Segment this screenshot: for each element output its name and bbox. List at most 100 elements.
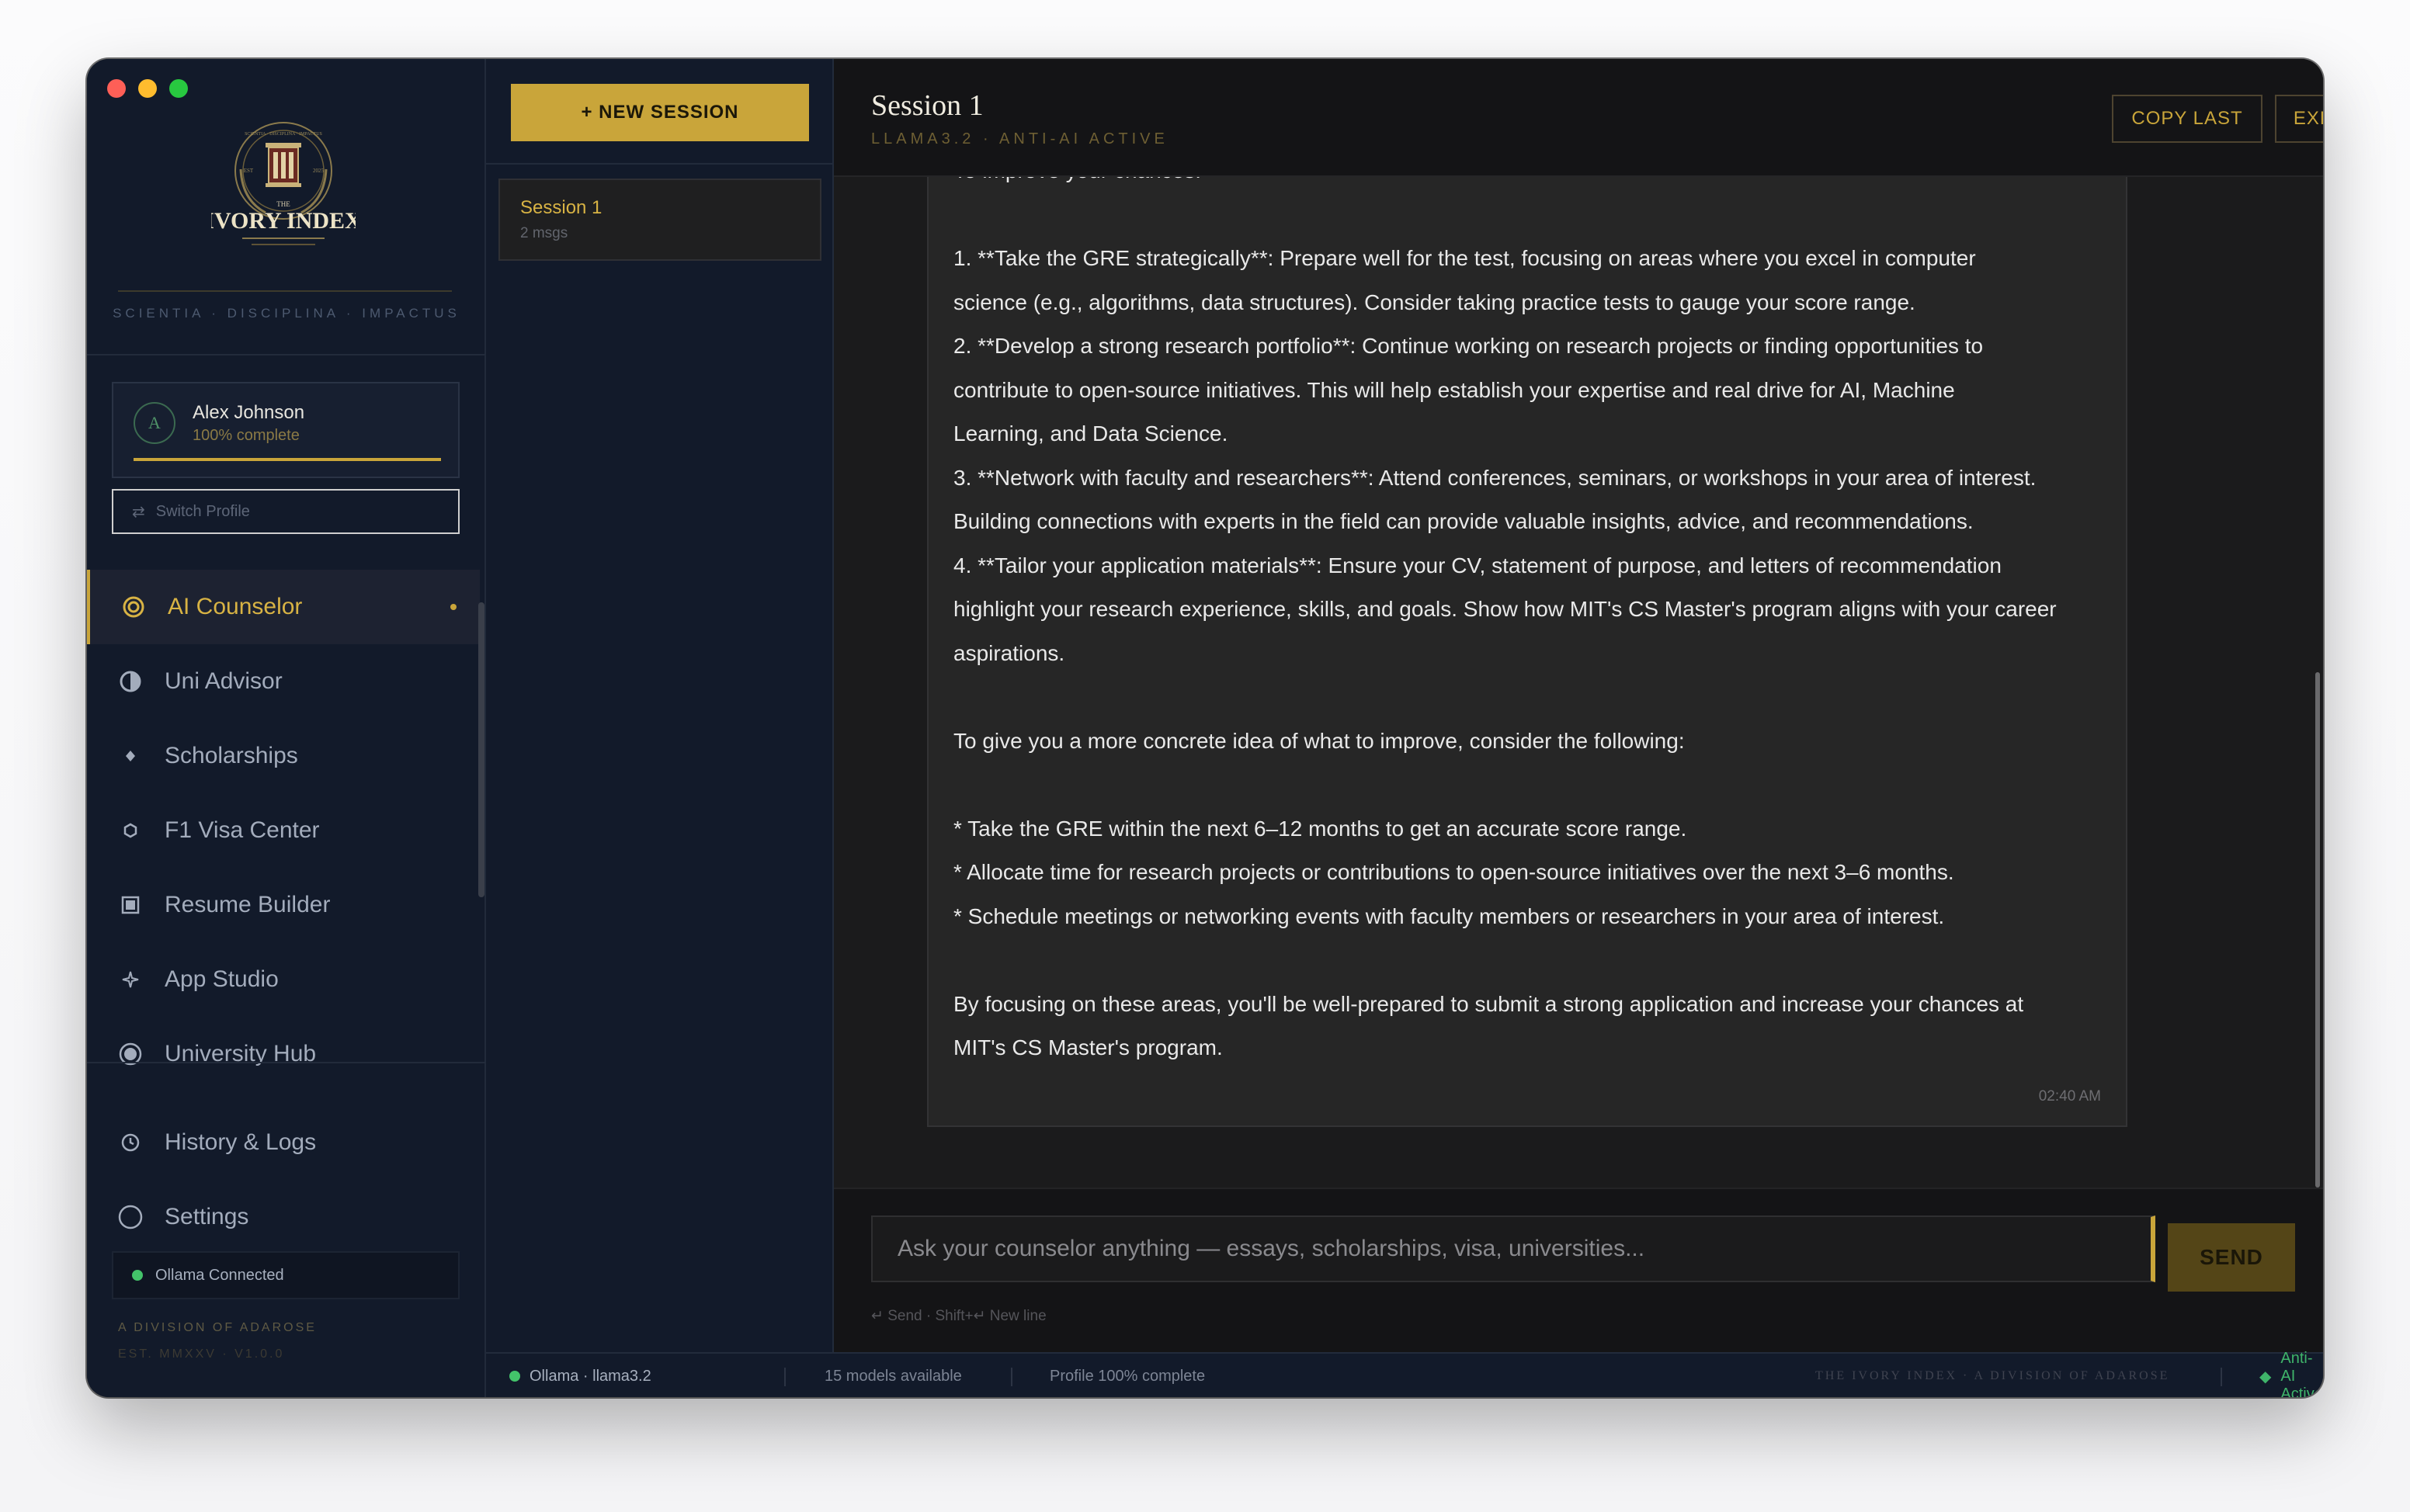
circle-icon [118,1205,143,1229]
switch-profile-label: Switch Profile [155,502,250,520]
message-line: Learning, and Data Science. [953,421,1228,446]
session-subtitle: LLAMA3.2 · ANTI-AI ACTIVE [871,130,1169,147]
message-line: 1. **Take the GRE strategically**: Prepa… [953,246,1976,270]
connection-label: Ollama Connected [155,1266,284,1284]
sidebar-item-label: Resume Builder [165,892,331,917]
anti-ai-label: Anti-AI Active [2280,1349,2323,1398]
sidebar-item-history-logs[interactable]: History & Logs [87,1105,480,1180]
diamond-icon [118,744,143,768]
active-indicator [450,604,457,610]
status-models-count: 15 models available [825,1367,962,1385]
half-circle-icon [118,669,143,694]
status-model: Ollama · llama3.2 [509,1354,651,1397]
divider [2221,1368,2222,1386]
message-timestamp: 02:40 AM [2038,1088,2101,1105]
status-dot-icon [509,1371,520,1382]
send-button[interactable]: SEND [2168,1223,2295,1292]
swap-icon: ⇄ [132,503,145,521]
session-panel: + NEW SESSION Session 1 2 msgs [486,59,834,1352]
session-name: Session 1 [520,197,602,218]
message-line: 4. **Tailor your application materials**… [953,553,2002,577]
divider [1011,1368,1012,1386]
sidebar-item-label: Settings [165,1204,249,1229]
sidebar-item-app-studio[interactable]: App Studio [87,942,480,1017]
session-title: Session 1 [871,89,984,122]
document-icon [118,893,143,917]
profile-progress-bar [134,458,441,461]
status-model-label: Ollama · llama3.2 [530,1367,651,1385]
status-dot-icon [132,1270,143,1281]
composer: Ask your counselor anything — essays, sc… [834,1188,2323,1352]
sidebar-item-resume-builder[interactable]: Resume Builder [87,868,480,942]
sidebar-item-label: Scholarships [165,743,298,768]
session-list-item[interactable]: Session 1 2 msgs [498,179,821,261]
switch-profile-button[interactable]: ⇄ Switch Profile [112,489,460,534]
maximize-window-button[interactable] [169,79,188,98]
divider [486,163,834,165]
sidebar-scrollbar[interactable] [478,602,484,897]
message-line: To give you a more concrete idea of what… [953,728,1685,753]
logo-est-text: EST [244,168,254,174]
sparkle-icon [118,967,143,992]
copy-last-button[interactable]: COPY LAST [2112,95,2262,143]
hexagon-icon [118,818,143,843]
logo-name-text: IVORY INDEX [211,208,356,234]
window-controls [107,79,188,98]
message-line: * Allocate time for research projects or… [953,860,1954,884]
keyboard-hint: ↵ Send · Shift+↵ New line [871,1308,1047,1324]
sidebar-item-ai-counselor[interactable]: AI Counselor [87,570,480,644]
status-bar: Ollama · llama3.2 15 models available Pr… [486,1350,2323,1398]
message-line: Building connections with experts in the… [953,509,1974,533]
brand-motto: SCIENTIA · DISCIPLINA · IMPACTUS [113,306,460,321]
logo-top-text: SCIENTIA · DISCIPLINA · IMPACTUS [245,132,322,137]
sidebar-item-university-hub[interactable]: University Hub [87,1017,480,1091]
sidebar-item-settings[interactable]: Settings [87,1180,480,1254]
app-window: SCIENTIA · DISCIPLINA · IMPACTUS EST 202… [87,59,2323,1397]
status-brand: THE IVORY INDEX · A DIVISION OF ADAROSE [1815,1369,2170,1382]
sidebar-item-scholarships[interactable]: Scholarships [87,719,480,793]
divider [87,354,486,355]
divider [87,1062,486,1063]
profile-card[interactable]: A Alex Johnson 100% complete [112,382,460,478]
message-line: MIT's CS Master's program. [953,1035,1223,1059]
sidebar-item-label: AI Counselor [168,594,303,619]
message-line: aspirations. [953,640,1065,665]
sidebar-item-f1-visa-center[interactable]: F1 Visa Center [87,793,480,868]
avatar: A [134,402,175,444]
assistant-message: To improve your chances:1. **Take the GR… [927,158,2127,1127]
message-input[interactable]: Ask your counselor anything — essays, sc… [871,1215,2155,1282]
sidebar-item-label: App Studio [165,966,279,992]
logo-the-text: THE [276,200,290,208]
division-text: A DIVISION OF ADAROSE [118,1321,317,1334]
message-line: 2. **Develop a strong research portfolio… [953,334,1984,358]
sidebar-item-label: F1 Visa Center [165,817,320,843]
logo-year-text: 2025 [313,168,325,174]
export-button[interactable]: EXPORT [2275,95,2323,143]
connection-status: Ollama Connected [112,1251,460,1299]
ivory-index-logo: SCIENTIA · DISCIPLINA · IMPACTUS EST 202… [211,122,356,245]
clock-icon [118,1130,143,1155]
sidebar-item-uni-advisor[interactable]: Uni Advisor [87,644,480,719]
logo-divider [118,290,452,292]
target-icon [121,595,146,619]
status-profile: Profile 100% complete [1050,1367,1206,1385]
message-line: By focusing on these areas, you'll be we… [953,991,2024,1016]
profile-name: Alex Johnson [193,402,305,423]
profile-completion: 100% complete [193,427,300,444]
sidebar-item-label: History & Logs [165,1129,317,1155]
chat-main: To improve your chances:1. **Take the GR… [834,59,2323,1352]
sidebar-item-label: Uni Advisor [165,668,283,694]
anti-ai-status: ◆ Anti-AI Active [2259,1350,2323,1398]
minimize-window-button[interactable] [138,79,157,98]
session-message-count: 2 msgs [520,225,568,241]
chat-header: Session 1 LLAMA3.2 · ANTI-AI ACTIVE COPY… [834,59,2323,177]
message-line: 3. **Network with faculty and researcher… [953,465,2037,490]
profile-progress-fill [134,458,441,461]
message-line: contribute to open-source initiatives. T… [953,377,1955,402]
message-line: * Schedule meetings or networking events… [953,903,1945,928]
close-window-button[interactable] [107,79,126,98]
sidebar: SCIENTIA · DISCIPLINA · IMPACTUS EST 202… [87,59,486,1397]
new-session-button[interactable]: + NEW SESSION [511,84,809,141]
message-line: science (e.g., algorithms, data structur… [953,290,1915,314]
chat-scrollbar[interactable] [2315,672,2320,1188]
